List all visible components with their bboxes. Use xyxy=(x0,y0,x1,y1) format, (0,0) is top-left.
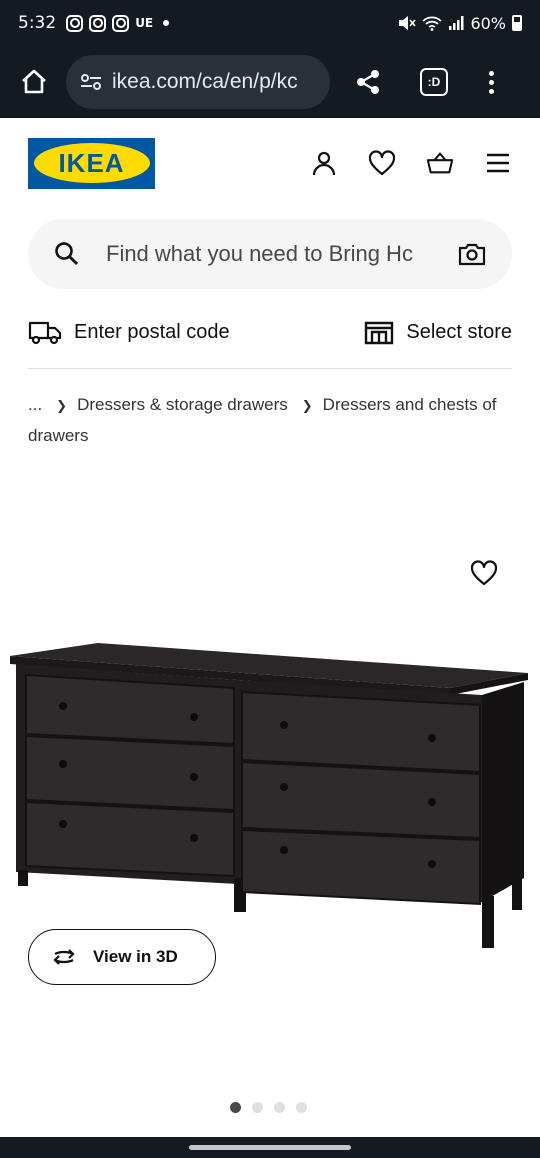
browser-toolbar: ikea.com/ca/en/p/kc :D xyxy=(0,46,540,118)
search-bar[interactable]: Find what you need to Bring Hc xyxy=(28,219,512,289)
carousel-indicator xyxy=(230,1102,307,1113)
carousel-dot[interactable] xyxy=(230,1102,241,1113)
search-icon xyxy=(55,242,78,265)
carousel-dot[interactable] xyxy=(274,1102,285,1113)
store-label[interactable]: Select store xyxy=(406,321,512,344)
notification-dot xyxy=(163,20,170,26)
battery-percent: 60% xyxy=(470,13,506,33)
more-vert-icon[interactable] xyxy=(486,70,496,94)
camera-icon[interactable] xyxy=(458,242,486,266)
logo-text: IKEA xyxy=(33,143,150,183)
status-time: 5:32 xyxy=(18,13,57,33)
chevron-right-icon: ❯ xyxy=(56,398,68,413)
divider xyxy=(28,368,512,369)
breadcrumb: ... ❯ Dressers & storage drawers ❯ Dressers … xyxy=(28,390,512,451)
select-store-button[interactable]: Select store xyxy=(364,319,512,345)
location-bar: Enter postal code Select store xyxy=(28,312,512,352)
search-input[interactable]: Find what you need to Bring Hc xyxy=(106,241,436,267)
account-icon[interactable] xyxy=(310,149,338,177)
store-icon xyxy=(365,321,394,345)
rotate-3d-icon xyxy=(53,949,75,965)
product-image[interactable] xyxy=(10,640,530,952)
home-icon[interactable] xyxy=(16,64,52,100)
system-nav-bar xyxy=(0,1137,540,1158)
postal-code-label[interactable]: Enter postal code xyxy=(74,321,230,344)
instagram-icon xyxy=(112,14,130,32)
gesture-handle[interactable] xyxy=(189,1145,351,1150)
battery-icon xyxy=(512,15,522,31)
view-in-3d-label[interactable]: View in 3D xyxy=(93,947,178,967)
url-text[interactable]: ikea.com/ca/en/p/kc xyxy=(112,70,298,94)
carousel-dot[interactable] xyxy=(252,1102,263,1113)
site-header: IKEA xyxy=(28,137,512,189)
ikea-logo[interactable]: IKEA xyxy=(28,137,155,189)
mute-icon xyxy=(399,16,417,30)
wifi-icon xyxy=(422,16,443,31)
carrier-label: UE xyxy=(135,16,154,30)
favourites-icon[interactable] xyxy=(368,149,396,177)
favourite-heart-icon[interactable] xyxy=(470,560,498,588)
hamburger-menu-icon[interactable] xyxy=(484,149,512,177)
signal-icon xyxy=(449,16,464,30)
postal-code-button[interactable]: Enter postal code xyxy=(28,319,230,345)
instagram-icon xyxy=(66,14,84,32)
share-icon[interactable] xyxy=(350,64,386,100)
breadcrumb-item[interactable]: Dressers & storage drawers xyxy=(77,395,288,414)
tune-icon[interactable] xyxy=(80,73,102,91)
status-bar: 5:32 UE 60% xyxy=(0,0,540,46)
delivery-truck-icon xyxy=(28,321,62,345)
chevron-right-icon: ❯ xyxy=(301,398,313,413)
cart-icon[interactable] xyxy=(426,149,454,177)
view-in-3d-button[interactable]: View in 3D xyxy=(28,929,216,985)
address-bar[interactable]: ikea.com/ca/en/p/kc xyxy=(66,55,330,109)
instagram-icon xyxy=(89,14,107,32)
carousel-dot[interactable] xyxy=(296,1102,307,1113)
breadcrumb-ellipsis[interactable]: ... xyxy=(28,395,42,414)
tab-switcher-icon[interactable]: :D xyxy=(420,68,448,96)
